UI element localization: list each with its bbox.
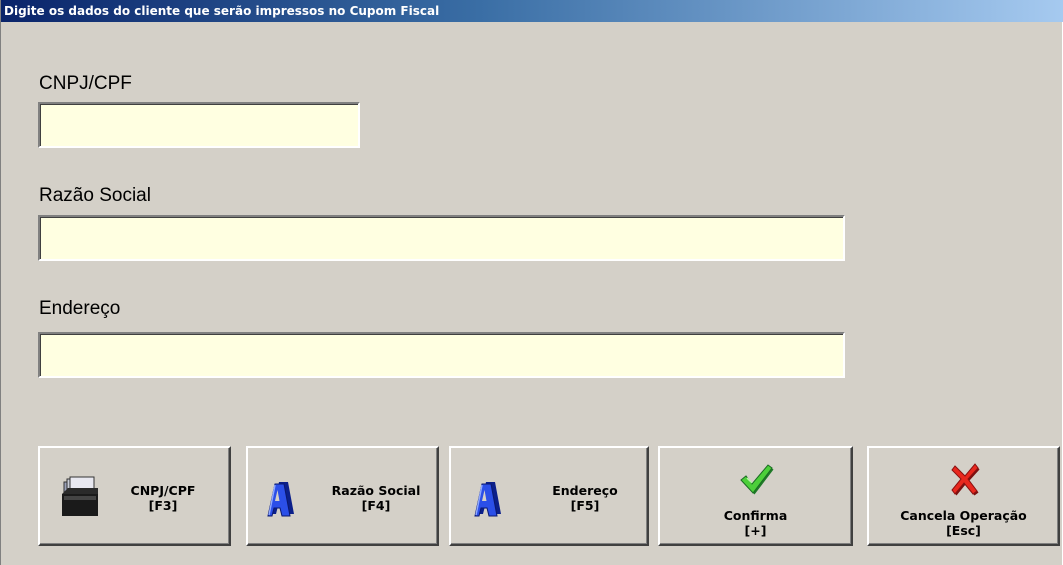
letter-a-icon [474,482,501,517]
red-x-icon [951,463,980,496]
confirm-button-shortcut: [+] [744,523,767,538]
endereco-input[interactable] [38,332,845,378]
cnpj-button-shortcut: [F3] [148,498,178,513]
dialog-title-bar: Digite os dados do cliente que serão imp… [1,0,1063,22]
cnpj-label: CNPJ/CPF [39,73,132,94]
cancel-button-label: Cancela Operação [900,508,1027,523]
confirm-button-label: Confirma [723,508,788,523]
client-data-dialog: Digite os dados do cliente que serão imp… [0,0,1063,565]
razao-button-shortcut: [F4] [361,498,391,513]
razao-button-label: Razão Social [331,483,421,498]
cancel-button-shortcut: [Esc] [946,523,981,538]
endereco-button-label: Endereço [552,483,618,498]
card-file-icon [62,476,98,516]
cancel-operation-button[interactable]: Cancela Operação [Esc] [867,446,1060,546]
endereco-button-shortcut: [F5] [570,498,600,513]
cnpj-lookup-button[interactable]: CNPJ/CPF [F3] [38,446,231,546]
endereco-label: Endereço [39,298,121,319]
green-check-icon [740,464,774,495]
dialog-title: Digite os dados do cliente que serão imp… [4,4,440,18]
cnpj-button-label: CNPJ/CPF [130,483,196,498]
cnpj-input[interactable] [38,102,360,148]
letter-a-icon [267,482,294,517]
endereco-lookup-button[interactable]: Endereço [F5] [449,446,649,546]
confirm-button[interactable]: Confirma [+] [658,446,853,546]
razao-social-lookup-button[interactable]: Razão Social [F4] [246,446,439,546]
razao-social-label: Razão Social [39,185,151,206]
razao-social-input[interactable] [38,215,845,261]
